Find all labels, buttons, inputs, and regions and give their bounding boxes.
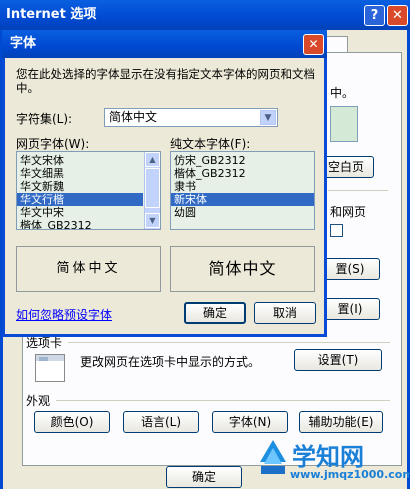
tabs-description: 更改网页在选项卡中显示的方式。 xyxy=(80,355,261,369)
fonts-button[interactable]: 字体(N) xyxy=(212,411,288,433)
webfont-label: 网页字体(W): xyxy=(16,137,90,151)
font-dialog-ok-button[interactable]: 确定 xyxy=(184,302,246,324)
history-checkbox[interactable] xyxy=(330,224,343,237)
plainfont-preview: 简体中文 xyxy=(170,246,315,292)
scroll-down-icon[interactable]: ▼ xyxy=(145,213,160,228)
plainfont-list-items: 仿宋_GB2312 楷体_GB2312 隶书 新宋体 幼圆 xyxy=(171,154,314,219)
home-page-text-partial: 中。 xyxy=(330,86,355,100)
watermark-logo-icon xyxy=(258,438,288,476)
colors-button[interactable]: 颜色(O) xyxy=(34,411,110,433)
plainfont-listbox[interactable]: 仿宋_GB2312 楷体_GB2312 隶书 新宋体 幼圆 xyxy=(170,151,315,230)
appearance-group-line xyxy=(56,400,390,401)
history-text-partial: 和网页 xyxy=(330,205,367,219)
charset-dropdown[interactable]: 简体中文 xyxy=(104,108,278,127)
charset-value: 简体中文 xyxy=(109,110,158,124)
webfont-listbox[interactable]: 华文宋体 华文细黑 华文新魏 华文行楷 华文中宋 楷体_GB2312 ▲ ▼ xyxy=(16,151,161,230)
list-item-selected[interactable]: 新宋体 xyxy=(171,193,314,206)
outer-close-button[interactable]: ✕ xyxy=(387,5,408,26)
plainfont-label: 纯文本字体(F): xyxy=(170,137,251,151)
ignore-fonts-link[interactable]: 如何忽略预设字体 xyxy=(16,306,112,323)
charset-label: 字符集(L): xyxy=(16,112,73,126)
help-button[interactable]: ? xyxy=(364,5,385,26)
list-item[interactable]: 隶书 xyxy=(171,180,314,193)
font-dialog-close-button[interactable]: ✕ xyxy=(303,34,324,55)
separator xyxy=(328,190,388,191)
font-dialog-title: 字体 xyxy=(2,30,327,58)
outer-window-title: Internet 选项 xyxy=(0,0,410,30)
list-item-selected[interactable]: 华文行楷 xyxy=(17,193,143,206)
tabs-group-line xyxy=(68,342,390,343)
watermark-brand: 学知网 xyxy=(292,443,364,471)
webfont-preview: 简体中文 xyxy=(16,246,161,292)
scroll-thumb[interactable] xyxy=(145,168,160,208)
tabs-icon xyxy=(35,354,65,382)
history-settings-button[interactable]: 置(S) xyxy=(320,258,380,280)
list-item[interactable]: 华文新魏 xyxy=(17,180,143,193)
outer-ok-button[interactable]: 确定 xyxy=(166,466,242,488)
font-dialog-cancel-button[interactable]: 取消 xyxy=(254,302,316,324)
chevron-down-icon[interactable]: ▼ xyxy=(260,110,276,125)
home-page-url-field[interactable] xyxy=(330,106,358,142)
tabs-settings-button[interactable]: 设置(T) xyxy=(294,349,382,371)
watermark-url: www.jmqz1000.com xyxy=(290,468,410,481)
accessibility-button[interactable]: 辅助功能(E) xyxy=(299,411,383,433)
font-dialog-description: 您在此处选择的字体显示在没有指定文本字体的网页和文档中。 xyxy=(16,67,315,95)
list-item[interactable]: 华文宋体 xyxy=(17,154,143,167)
list-item[interactable]: 华文细黑 xyxy=(17,167,143,180)
webfont-scrollbar[interactable]: ▲ ▼ xyxy=(144,152,160,229)
list-item[interactable]: 楷体_GB2312 xyxy=(171,167,314,180)
languages-button[interactable]: 语言(L) xyxy=(123,411,199,433)
webfont-list-items: 华文宋体 华文细黑 华文新魏 华文行楷 华文中宋 楷体_GB2312 xyxy=(17,154,143,229)
scroll-up-icon[interactable]: ▲ xyxy=(145,152,160,167)
list-item[interactable]: 楷体_GB2312 xyxy=(17,219,143,229)
list-item[interactable]: 仿宋_GB2312 xyxy=(171,154,314,167)
list-item[interactable]: 幼圆 xyxy=(171,206,314,219)
appearance-group-label: 外观 xyxy=(26,394,51,408)
webfont-preview-text: 简体中文 xyxy=(56,261,121,276)
plainfont-preview-text: 简体中文 xyxy=(208,259,277,278)
list-item[interactable]: 华文中宋 xyxy=(17,206,143,219)
search-settings-button[interactable]: 置(I) xyxy=(320,298,380,320)
